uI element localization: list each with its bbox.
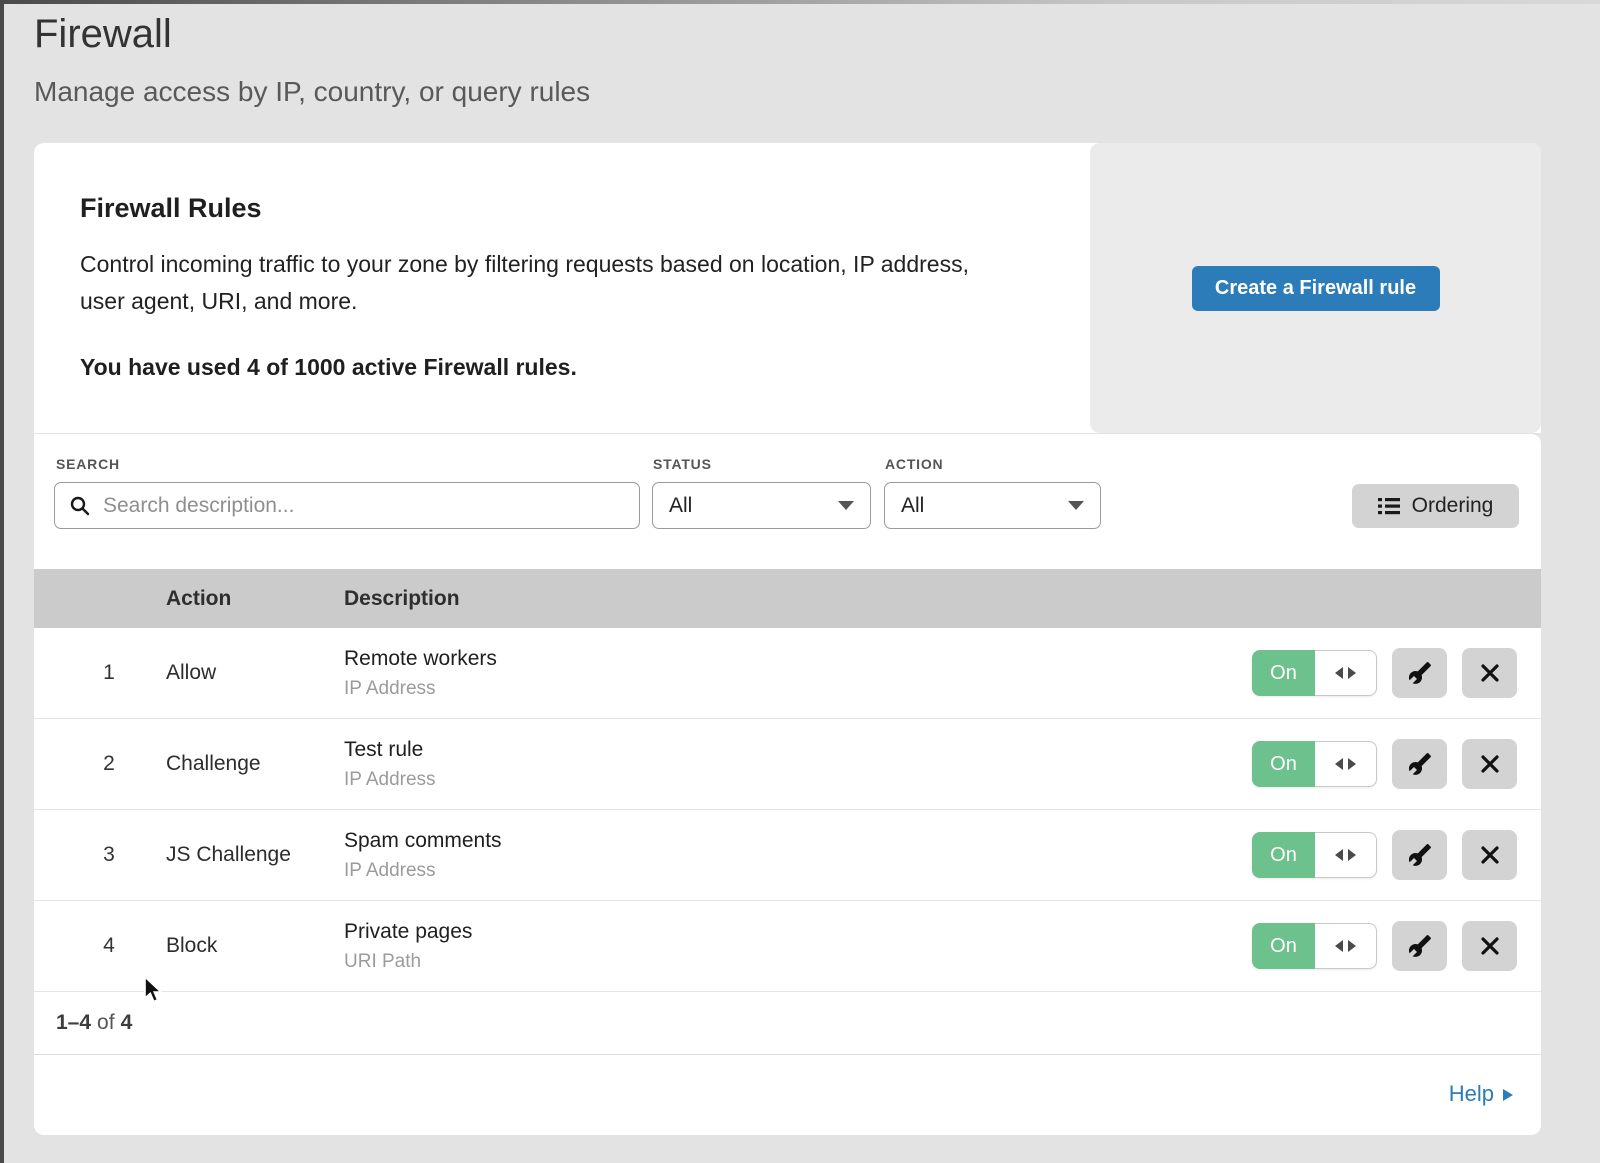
create-rule-panel: Create a Firewall rule <box>1090 143 1541 433</box>
arrow-right-icon <box>1348 849 1356 861</box>
help-link[interactable]: Help <box>1449 1081 1513 1107</box>
chevron-down-icon <box>838 501 854 510</box>
arrow-left-icon <box>1335 940 1343 952</box>
close-icon <box>1479 844 1501 866</box>
close-icon <box>1479 662 1501 684</box>
wrench-icon <box>1408 661 1432 685</box>
arrow-right-icon <box>1348 758 1356 770</box>
search-icon <box>69 495 91 517</box>
delete-rule-button[interactable] <box>1462 830 1517 880</box>
toggle-on-label: On <box>1252 741 1315 787</box>
arrow-right-icon <box>1348 667 1356 679</box>
rule-status-toggle[interactable]: On <box>1252 832 1377 878</box>
rule-action: JS Challenge <box>166 843 344 867</box>
ordering-button-label: Ordering <box>1412 494 1494 518</box>
table-header: Action Description <box>34 569 1541 628</box>
card-usage-count: You have used 4 of 1000 active Firewall … <box>80 354 1020 381</box>
edit-rule-button[interactable] <box>1392 830 1447 880</box>
action-label: ACTION <box>885 456 943 472</box>
help-footer: Help <box>34 1055 1541 1133</box>
wrench-icon <box>1408 843 1432 867</box>
rule-action: Challenge <box>166 752 344 776</box>
wrench-icon <box>1408 934 1432 958</box>
mouse-cursor <box>143 976 169 1006</box>
rule-priority: 3 <box>34 843 166 867</box>
window-edge-left <box>0 0 4 1163</box>
delete-rule-button[interactable] <box>1462 739 1517 789</box>
status-select[interactable]: All <box>652 482 871 529</box>
rule-status-toggle[interactable]: On <box>1252 741 1377 787</box>
pagination-range: 1–4 <box>56 1011 91 1035</box>
page-header: Firewall Manage access by IP, country, o… <box>34 8 590 108</box>
arrow-right-icon <box>1503 1089 1513 1101</box>
search-label: SEARCH <box>56 456 120 472</box>
ordering-button[interactable]: Ordering <box>1352 484 1519 528</box>
toggle-on-label: On <box>1252 650 1315 696</box>
search-box <box>54 482 640 529</box>
rule-priority: 1 <box>34 661 166 685</box>
status-label: STATUS <box>653 456 712 472</box>
toggle-drag-handle[interactable] <box>1315 832 1377 878</box>
firewall-rules-card-row: Firewall Rules Control incoming traffic … <box>34 143 1541 433</box>
column-header-description: Description <box>344 587 1541 611</box>
card-title: Firewall Rules <box>80 193 1020 224</box>
search-input[interactable] <box>101 493 625 519</box>
toggle-drag-handle[interactable] <box>1315 923 1377 969</box>
action-select[interactable]: All <box>884 482 1101 529</box>
status-select-value: All <box>669 494 692 518</box>
edit-rule-button[interactable] <box>1392 921 1447 971</box>
rules-list-section: SEARCH STATUS ACTION All All <box>34 433 1541 1135</box>
column-header-action: Action <box>166 587 344 611</box>
filters-bar: SEARCH STATUS ACTION All All <box>34 434 1541 569</box>
card-description: Control incoming traffic to your zone by… <box>80 246 1020 320</box>
rule-action: Allow <box>166 661 344 685</box>
delete-rule-button[interactable] <box>1462 921 1517 971</box>
arrow-right-icon <box>1348 940 1356 952</box>
toggle-on-label: On <box>1252 923 1315 969</box>
toggle-drag-handle[interactable] <box>1315 650 1377 696</box>
page-title: Firewall <box>34 8 590 60</box>
ordered-list-icon <box>1378 496 1400 516</box>
close-icon <box>1479 935 1501 957</box>
firewall-rules-card: Firewall Rules Control incoming traffic … <box>34 143 1090 433</box>
table-row: 3 JS Challenge Spam comments IP Address … <box>34 810 1541 901</box>
pagination-total: 4 <box>121 1011 133 1035</box>
create-firewall-rule-button[interactable]: Create a Firewall rule <box>1192 266 1440 311</box>
toggle-on-label: On <box>1252 832 1315 878</box>
page-subtitle: Manage access by IP, country, or query r… <box>34 76 590 108</box>
arrow-left-icon <box>1335 758 1343 770</box>
table-row: 2 Challenge Test rule IP Address On <box>34 719 1541 810</box>
arrow-left-icon <box>1335 667 1343 679</box>
toggle-drag-handle[interactable] <box>1315 741 1377 787</box>
rule-priority: 4 <box>34 934 166 958</box>
rule-priority: 2 <box>34 752 166 776</box>
rule-status-toggle[interactable]: On <box>1252 650 1377 696</box>
delete-rule-button[interactable] <box>1462 648 1517 698</box>
rule-action: Block <box>166 934 344 958</box>
window-edge-top <box>0 0 1600 4</box>
table-row: 1 Allow Remote workers IP Address On <box>34 628 1541 719</box>
arrow-left-icon <box>1335 849 1343 861</box>
help-link-label: Help <box>1449 1081 1494 1107</box>
edit-rule-button[interactable] <box>1392 739 1447 789</box>
chevron-down-icon <box>1068 501 1084 510</box>
pagination-of: of <box>97 1011 115 1035</box>
close-icon <box>1479 753 1501 775</box>
rule-status-toggle[interactable]: On <box>1252 923 1377 969</box>
edit-rule-button[interactable] <box>1392 648 1447 698</box>
table-row: 4 Block Private pages URI Path On <box>34 901 1541 992</box>
wrench-icon <box>1408 752 1432 776</box>
pagination: 1–4 of 4 <box>34 992 1541 1055</box>
action-select-value: All <box>901 494 924 518</box>
